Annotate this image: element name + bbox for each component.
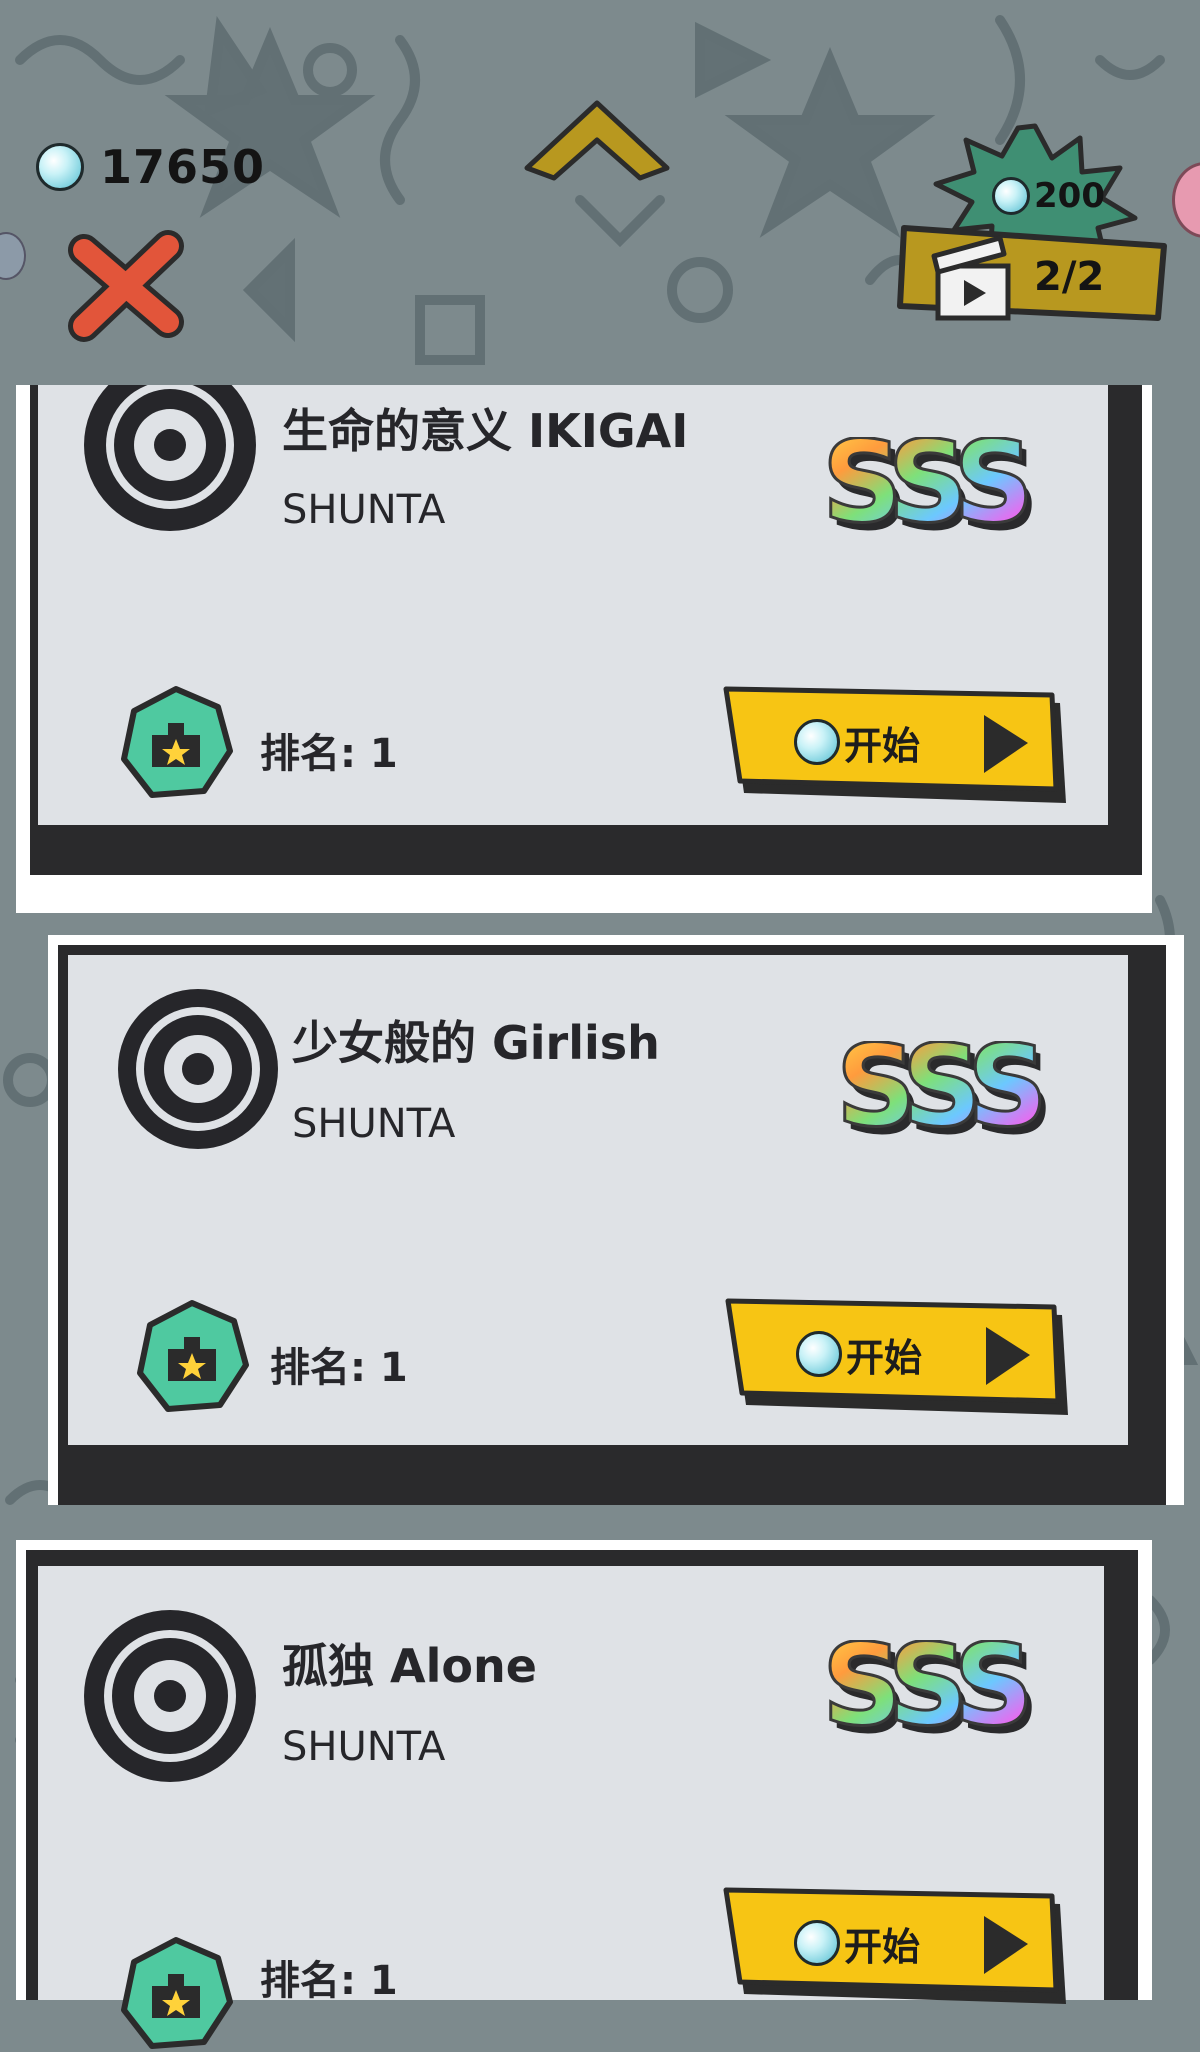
ad-reward-cost: 200 [988,176,1105,216]
grade-badge: SSS SSS [836,1041,1056,1151]
song-artist: SHUNTA [282,1724,446,1770]
ad-count: 2/2 [1034,254,1105,300]
grade-text: SSS [836,1041,1040,1151]
start-button[interactable]: 开始 [722,1886,1072,2016]
rank-label: 排名: 1 [260,731,398,777]
gem-icon [794,1920,840,1966]
rank-badge-icon [137,1300,249,1412]
song-title: 生命的意义 IKIGAI [282,404,689,458]
song-card: 少女般的 Girlish SHUNTA SSS SSS 排名: 1 开始 [48,935,1184,1505]
song-card: 孤独 Alone SHUNTA SSS SSS 排名: 1 开始 [16,1540,1152,2049]
rank-label: 排名: 1 [260,1958,398,2004]
disc-icon [84,385,256,531]
song-card: 生命的意义 IKIGAI SHUNTA SSS SSS 排名: 1 开始 [16,385,1152,915]
disc-icon [118,989,278,1149]
side-avatar-right[interactable] [1172,162,1200,238]
gem-icon [794,719,840,765]
rank-badge-icon [121,686,233,798]
rank-badge-icon [121,1937,233,2049]
song-title: 少女般的 Girlish [292,1016,660,1070]
disc-icon [84,1610,256,1782]
song-artist: SHUNTA [282,487,446,533]
side-avatar-left[interactable] [0,232,26,280]
top-bar: 17650 200 2/2 [0,0,1200,385]
grade-badge: SSS SSS [822,437,1042,547]
start-label: 开始 [846,1336,923,1380]
start-button[interactable]: 开始 [724,1297,1074,1427]
song-title: 孤独 Alone [282,1639,537,1693]
close-icon [68,230,184,342]
rank-label: 排名: 1 [270,1345,408,1391]
gem-icon [992,177,1030,215]
gem-icon [796,1331,842,1377]
grade-text: SSS [822,1640,1026,1750]
ad-reward-cost-value: 200 [1034,176,1105,216]
start-label: 开始 [844,724,921,768]
song-artist: SHUNTA [292,1101,456,1147]
start-button[interactable]: 开始 [722,685,1072,815]
start-label: 开始 [844,1925,921,1969]
grade-badge: SSS SSS [822,1640,1042,1750]
currency-value: 17650 [100,140,266,194]
watch-ad-button[interactable]: 2/2 [896,218,1170,328]
gem-icon [36,143,84,191]
close-button[interactable] [62,222,190,350]
chevron-up-icon[interactable] [522,98,672,188]
currency-counter: 17650 [36,140,265,194]
ad-plate-bg [897,225,1167,321]
grade-text: SSS [822,437,1026,547]
